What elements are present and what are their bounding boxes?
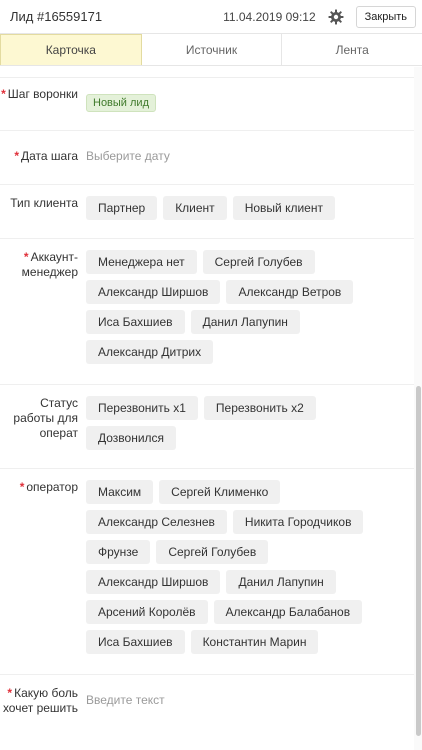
option-chip[interactable]: Иса Бахшиев bbox=[86, 310, 185, 334]
tab-bar: Карточка Источник Лента bbox=[0, 34, 422, 66]
option-chip[interactable]: Константин Марин bbox=[190, 630, 319, 654]
pain-text-input[interactable]: Введите текст bbox=[86, 693, 165, 708]
field-label: Статус работы для операт bbox=[13, 396, 78, 440]
gear-icon[interactable] bbox=[328, 9, 344, 25]
date-picker-input[interactable]: Выберите дату bbox=[86, 149, 170, 164]
option-chip[interactable]: Перезвонить x2 bbox=[203, 396, 316, 420]
required-marker: * bbox=[7, 686, 13, 700]
option-chip[interactable]: Александр Ширшов bbox=[86, 280, 221, 304]
lead-datetime: 11.04.2019 09:12 bbox=[223, 9, 316, 24]
option-chip[interactable]: Арсений Королёв bbox=[86, 600, 208, 624]
field-label: * оператор bbox=[19, 480, 78, 494]
option-chip[interactable]: Максим bbox=[86, 480, 154, 504]
option-chip[interactable]: Фрунзе bbox=[86, 540, 151, 564]
option-chip[interactable]: Сергей Голубев bbox=[202, 250, 315, 274]
required-marker: * bbox=[19, 480, 25, 494]
tab-source[interactable]: Источник bbox=[142, 34, 283, 65]
option-chip[interactable]: Данил Лапупин bbox=[190, 310, 300, 334]
option-chip[interactable]: Александр Дитрих bbox=[86, 340, 214, 364]
field-label: * Какую боль хочет решить bbox=[2, 686, 78, 715]
option-chip[interactable]: Перезвонить x1 bbox=[86, 396, 198, 420]
lead-title: Лид #16559171 bbox=[10, 9, 103, 24]
status-badge[interactable]: Новый лид bbox=[86, 94, 156, 112]
field-label: * Аккаунт-менеджер bbox=[21, 250, 78, 279]
option-chip[interactable]: Александр Ветров bbox=[226, 280, 354, 304]
option-chip[interactable]: Менеджера нет bbox=[86, 250, 197, 274]
option-chip[interactable]: Сергей Голубев bbox=[156, 540, 269, 564]
required-marker: * bbox=[14, 149, 19, 163]
field-account-manager: * Аккаунт-менеджер Менеджера нет Сергей Г… bbox=[0, 239, 414, 385]
header: Лид #16559171 11.04.2019 09:12 Закрыть bbox=[0, 0, 422, 34]
required-marker: * bbox=[1, 87, 6, 101]
option-chip[interactable]: Сергей Клименко bbox=[159, 480, 281, 504]
option-chip[interactable]: Александр Балабанов bbox=[213, 600, 363, 624]
option-chip[interactable]: Александр Селезнев bbox=[86, 510, 227, 534]
card-content: * Шаг воронки Новый лид * Дата шага Выбери… bbox=[0, 67, 414, 750]
close-button[interactable]: Закрыть bbox=[355, 5, 416, 28]
option-chip[interactable]: Клиент bbox=[163, 196, 227, 220]
field-label: Тип клиента bbox=[10, 196, 78, 210]
field-label: * Шаг воронки bbox=[1, 87, 78, 101]
option-chip[interactable]: Данил Лапупин bbox=[226, 570, 336, 594]
divider bbox=[0, 67, 414, 78]
option-chip[interactable]: Иса Бахшиев bbox=[86, 630, 185, 654]
option-chip[interactable]: Новый клиент bbox=[232, 196, 335, 220]
field-client-type: Тип клиента Партнер Клиент Новый клиент bbox=[0, 185, 414, 239]
tab-card[interactable]: Карточка bbox=[0, 34, 142, 65]
option-chip[interactable]: Партнер bbox=[86, 196, 158, 220]
required-marker: * bbox=[23, 250, 29, 264]
field-operator-status: Статус работы для операт Перезвонить x1 … bbox=[0, 385, 414, 469]
field-step-date: * Дата шага Выберите дату bbox=[0, 131, 414, 185]
option-chip[interactable]: Дозвонился bbox=[86, 426, 177, 450]
option-chip[interactable]: Александр Ширшов bbox=[86, 570, 221, 594]
option-chip[interactable]: Никита Городчиков bbox=[232, 510, 364, 534]
field-operator: * оператор Максим Сергей Клименко Алексан… bbox=[0, 469, 414, 675]
field-pain: * Какую боль хочет решить Введите текст bbox=[0, 675, 414, 739]
field-funnel-step: * Шаг воронки Новый лид bbox=[0, 78, 414, 131]
field-label: * Дата шага bbox=[14, 149, 78, 163]
scrollbar-thumb[interactable] bbox=[416, 386, 421, 736]
tab-feed[interactable]: Лента bbox=[282, 34, 422, 65]
